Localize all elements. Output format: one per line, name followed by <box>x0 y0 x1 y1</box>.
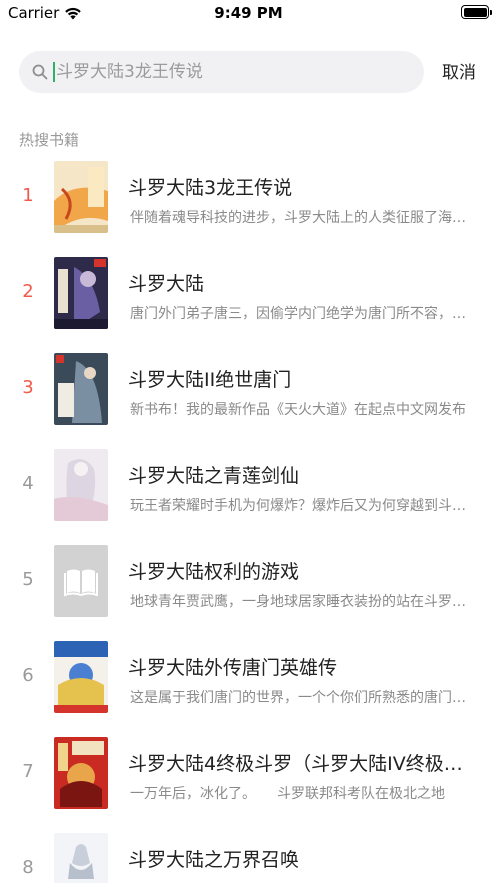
book-list-item[interactable]: 3 斗罗大陆II绝世唐门 新书布！我的最新作品《天火大道》在起点中文网发布 <box>0 347 497 443</box>
status-time: 9:49 PM <box>214 4 283 22</box>
book-rank: 5 <box>22 569 34 590</box>
book-list-item[interactable]: 2 斗罗大陆 唐门外门弟子唐三，因偷学内门绝学为唐门所不容，跳崖明志时却发现没有… <box>0 251 497 347</box>
section-title-hot-books: 热搜书籍 <box>19 131 80 149</box>
book-cover-image <box>54 257 108 329</box>
book-title: 斗罗大陆4终极斗罗（斗罗大陆IV终极斗罗） <box>128 753 473 775</box>
search-icon <box>32 64 48 80</box>
book-description: 地球青年贾武鹰，一身地球居家睡衣装扮的站在斗罗大陆上 <box>130 594 468 610</box>
search-input[interactable] <box>56 62 396 82</box>
book-cover-image <box>54 833 108 883</box>
book-description: 伴随着魂导科技的进步，斗罗大陆上的人类征服了海洋，又发现了两块大陆 <box>130 210 468 226</box>
book-rank: 8 <box>22 857 34 878</box>
book-title: 斗罗大陆权利的游戏 <box>128 561 300 583</box>
book-rank: 2 <box>22 281 34 302</box>
book-description: 新书布！我的最新作品《天火大道》在起点中文网发布 <box>130 402 466 418</box>
book-title: 斗罗大陆II绝世唐门 <box>128 369 292 391</box>
book-rank: 3 <box>22 377 34 398</box>
book-list-item[interactable]: 6 斗罗大陆外传唐门英雄传 这是属于我们唐门的世界，一个个你们所熟悉的唐门弟子 <box>0 635 497 731</box>
book-rank: 7 <box>22 761 34 782</box>
book-cover-image <box>54 161 108 233</box>
book-rank: 1 <box>22 185 34 206</box>
book-cover-image <box>54 737 108 809</box>
book-list-item[interactable]: 5 斗罗大陆权利的游戏 地球青年贾武鹰，一身地球居家睡衣装扮的站在斗罗大陆上 <box>0 539 497 635</box>
book-cover-image <box>54 353 108 425</box>
book-description: 这是属于我们唐门的世界，一个个你们所熟悉的唐门弟子 <box>130 690 468 706</box>
book-list-item[interactable]: 8 斗罗大陆之万界召唤 <box>0 827 497 883</box>
battery-icon <box>461 5 492 19</box>
book-rank: 4 <box>22 473 34 494</box>
book-list-item[interactable]: 7 斗罗大陆4终极斗罗（斗罗大陆IV终极斗罗） 一万年后，冰化了。 斗罗联邦科考… <box>0 731 497 827</box>
book-title: 斗罗大陆之万界召唤 <box>128 849 300 871</box>
book-rank: 6 <box>22 665 34 686</box>
book-title: 斗罗大陆3龙王传说 <box>128 177 293 199</box>
book-cover-image <box>54 641 108 713</box>
book-cover-placeholder <box>54 545 108 617</box>
book-list-item[interactable]: 1 斗罗大陆3龙王传说 伴随着魂导科技的进步，斗罗大陆上的人类征服了海洋，又发现… <box>0 155 497 251</box>
search-bar[interactable] <box>19 51 424 93</box>
book-description: 一万年后，冰化了。 斗罗联邦科考队在极北之地 <box>130 786 445 802</box>
book-description: 唐门外门弟子唐三，因偷学内门绝学为唐门所不容，跳崖明志时却发现没有死 <box>130 306 468 322</box>
book-title: 斗罗大陆 <box>128 273 205 295</box>
hot-book-list: 1 斗罗大陆3龙王传说 伴随着魂导科技的进步，斗罗大陆上的人类征服了海洋，又发现… <box>0 155 497 883</box>
text-caret <box>53 62 55 82</box>
book-list-item[interactable]: 4 斗罗大陆之青莲剑仙 玩王者荣耀时手机为何爆炸？爆炸后又为何穿越到斗罗大陆 <box>0 443 497 539</box>
book-description: 玩王者荣耀时手机为何爆炸？爆炸后又为何穿越到斗罗大陆 <box>130 498 468 514</box>
status-bar: Carrier 9:49 PM <box>0 0 497 26</box>
cancel-button[interactable]: 取消 <box>434 60 484 86</box>
book-title: 斗罗大陆外传唐门英雄传 <box>128 657 338 679</box>
book-title: 斗罗大陆之青莲剑仙 <box>128 465 300 487</box>
book-cover-image <box>54 449 108 521</box>
